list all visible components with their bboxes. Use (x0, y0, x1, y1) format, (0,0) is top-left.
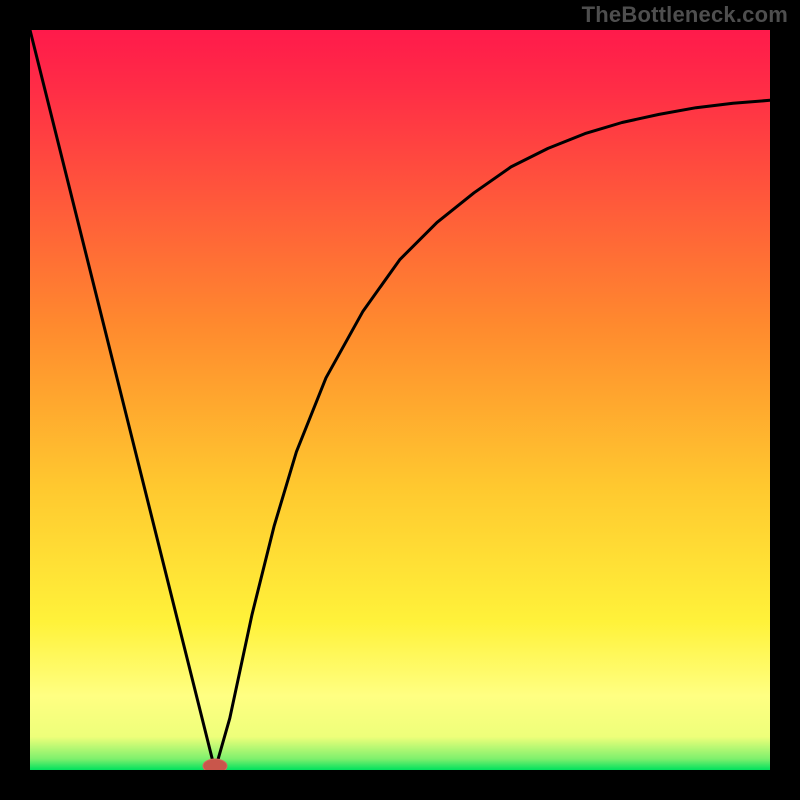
plot-area (30, 30, 770, 770)
watermark-text: TheBottleneck.com (582, 2, 788, 28)
gradient-background (30, 30, 770, 770)
min-marker (203, 759, 227, 770)
chart-svg (30, 30, 770, 770)
chart-frame: TheBottleneck.com (0, 0, 800, 800)
